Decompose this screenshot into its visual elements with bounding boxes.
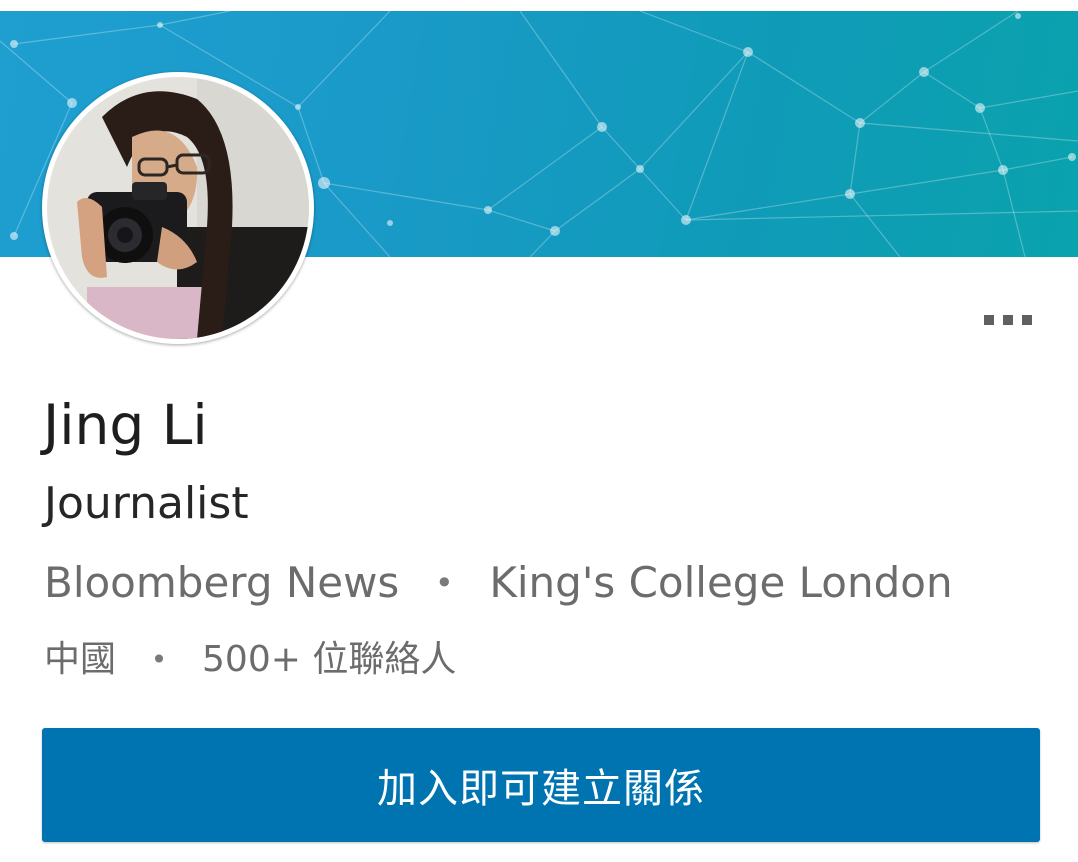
profile-headline: Journalist xyxy=(44,478,249,529)
profile-name: Jing Li xyxy=(43,393,208,457)
status-gap xyxy=(0,0,1078,11)
join-to-connect-button[interactable]: 加入即可建立關係 xyxy=(42,728,1040,842)
more-horizontal-icon xyxy=(984,315,994,325)
more-options-button[interactable] xyxy=(975,306,1041,334)
education-school[interactable]: King's College London xyxy=(489,555,952,611)
location: 中國 xyxy=(44,639,117,680)
more-horizontal-icon xyxy=(1003,315,1013,325)
separator-dot: • xyxy=(434,564,454,602)
current-company[interactable]: Bloomberg News xyxy=(44,555,399,611)
more-horizontal-icon xyxy=(1022,315,1032,325)
separator-dot: • xyxy=(150,643,168,676)
connections-count: 500+ 位聯絡人 xyxy=(202,639,457,680)
avatar[interactable] xyxy=(42,72,314,344)
experience-education-row: Bloomberg News • King's College London xyxy=(44,555,953,611)
location-connections-row: 中國 • 500+ 位聯絡人 xyxy=(44,636,456,684)
profile-photo xyxy=(47,77,309,339)
profile-card: Jing Li Journalist Bloomberg News • King… xyxy=(0,0,1078,862)
